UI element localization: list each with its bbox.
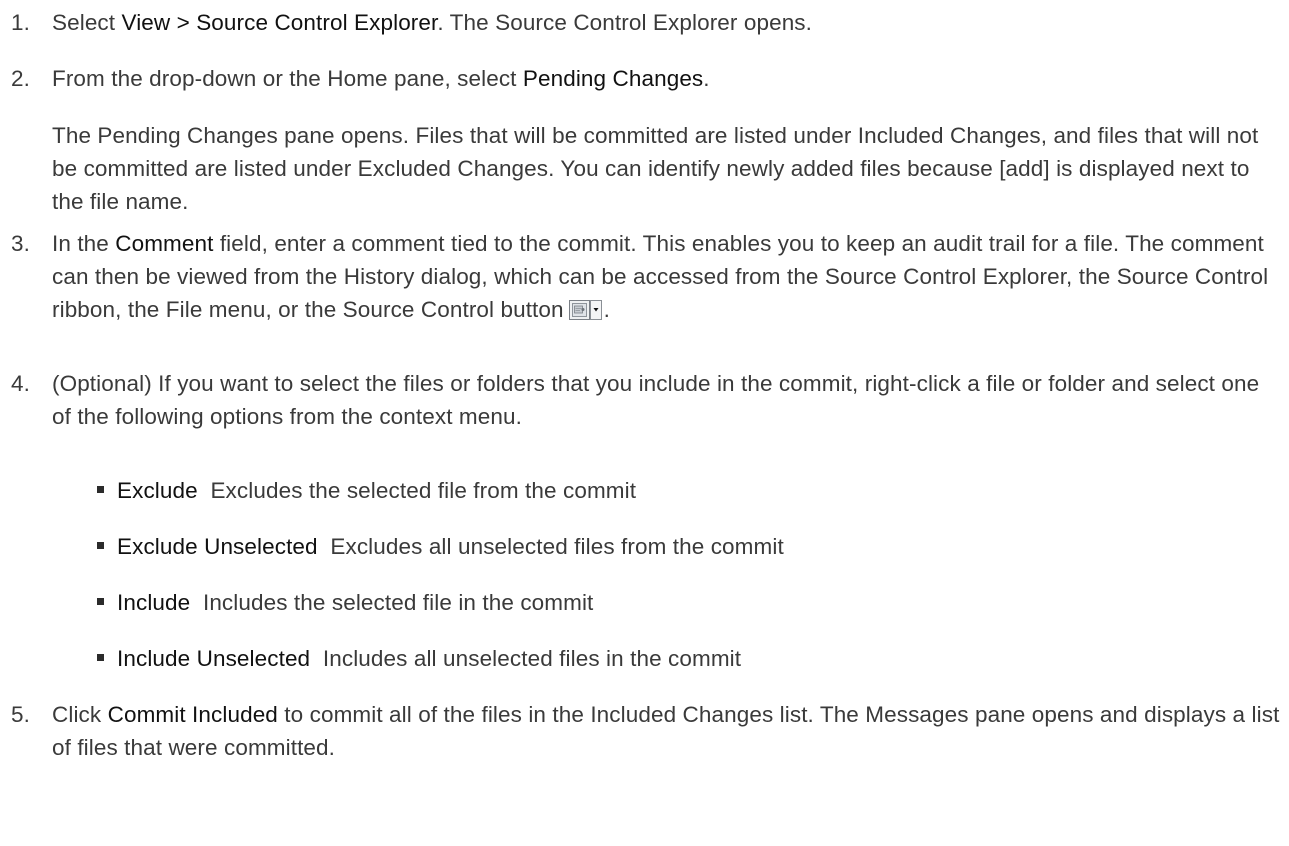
option-description: Includes all unselected files in the com… bbox=[322, 646, 742, 671]
step-text: Select bbox=[52, 10, 122, 35]
bullet-icon bbox=[97, 485, 104, 493]
bullet-item: Include Unselected Includes all unselect… bbox=[97, 642, 741, 675]
button-name: Commit Included bbox=[107, 702, 278, 727]
option-description: Excludes the selected file from the comm… bbox=[210, 478, 637, 503]
bullet-item: Include Includes the selected file in th… bbox=[97, 586, 593, 619]
step-2: 2. From the drop-down or the Home pane, … bbox=[0, 62, 1280, 95]
step-number: 5. bbox=[11, 702, 30, 727]
source-control-dropdown-icon[interactable] bbox=[568, 296, 604, 320]
step-text: In the bbox=[52, 231, 116, 256]
option-term: Include Unselected bbox=[117, 646, 311, 671]
bullet-item: Exclude Excludes the selected file from … bbox=[97, 474, 636, 507]
step-number: 3. bbox=[11, 231, 30, 256]
step-1: 1. Select View > Source Control Explorer… bbox=[0, 6, 1280, 39]
bullet-item: Exclude Unselected Excludes all unselect… bbox=[97, 530, 784, 563]
option-description: Excludes all unselected files from the c… bbox=[330, 534, 784, 559]
bullet-icon bbox=[97, 541, 104, 549]
step-number: 4. bbox=[11, 371, 30, 396]
option-term: Include bbox=[117, 590, 191, 615]
option-term: Exclude Unselected bbox=[117, 534, 318, 559]
step-text: From the drop-down or the Home pane, sel… bbox=[52, 66, 523, 91]
step-text: . bbox=[603, 297, 610, 322]
option-term: Exclude bbox=[117, 478, 198, 503]
step-text: . The Source Control Explorer opens. bbox=[437, 10, 813, 35]
pane-name: Pending Changes bbox=[522, 66, 704, 91]
step-4: 4. (Optional) If you want to select the … bbox=[0, 367, 1280, 433]
step-text: field, enter a comment tied to the commi… bbox=[52, 231, 1269, 322]
option-description: Includes the selected file in the commit bbox=[202, 590, 594, 615]
bullet-icon bbox=[97, 597, 104, 605]
step-3: 3. In the Comment field, enter a comment… bbox=[0, 227, 1280, 326]
step-text: Click bbox=[52, 702, 108, 727]
step-number: 1. bbox=[11, 10, 30, 35]
bullet-icon bbox=[97, 653, 104, 661]
step-number: 2. bbox=[11, 66, 30, 91]
field-name: Comment bbox=[115, 231, 214, 256]
step-2-paragraph: The Pending Changes pane opens. Files th… bbox=[52, 123, 1259, 214]
step-text: (Optional) If you want to select the fil… bbox=[52, 371, 1260, 429]
menu-path: View > Source Control Explorer bbox=[121, 10, 438, 35]
step-5: 5. Click Commit Included to commit all o… bbox=[0, 698, 1280, 764]
step-text: . bbox=[703, 66, 710, 91]
